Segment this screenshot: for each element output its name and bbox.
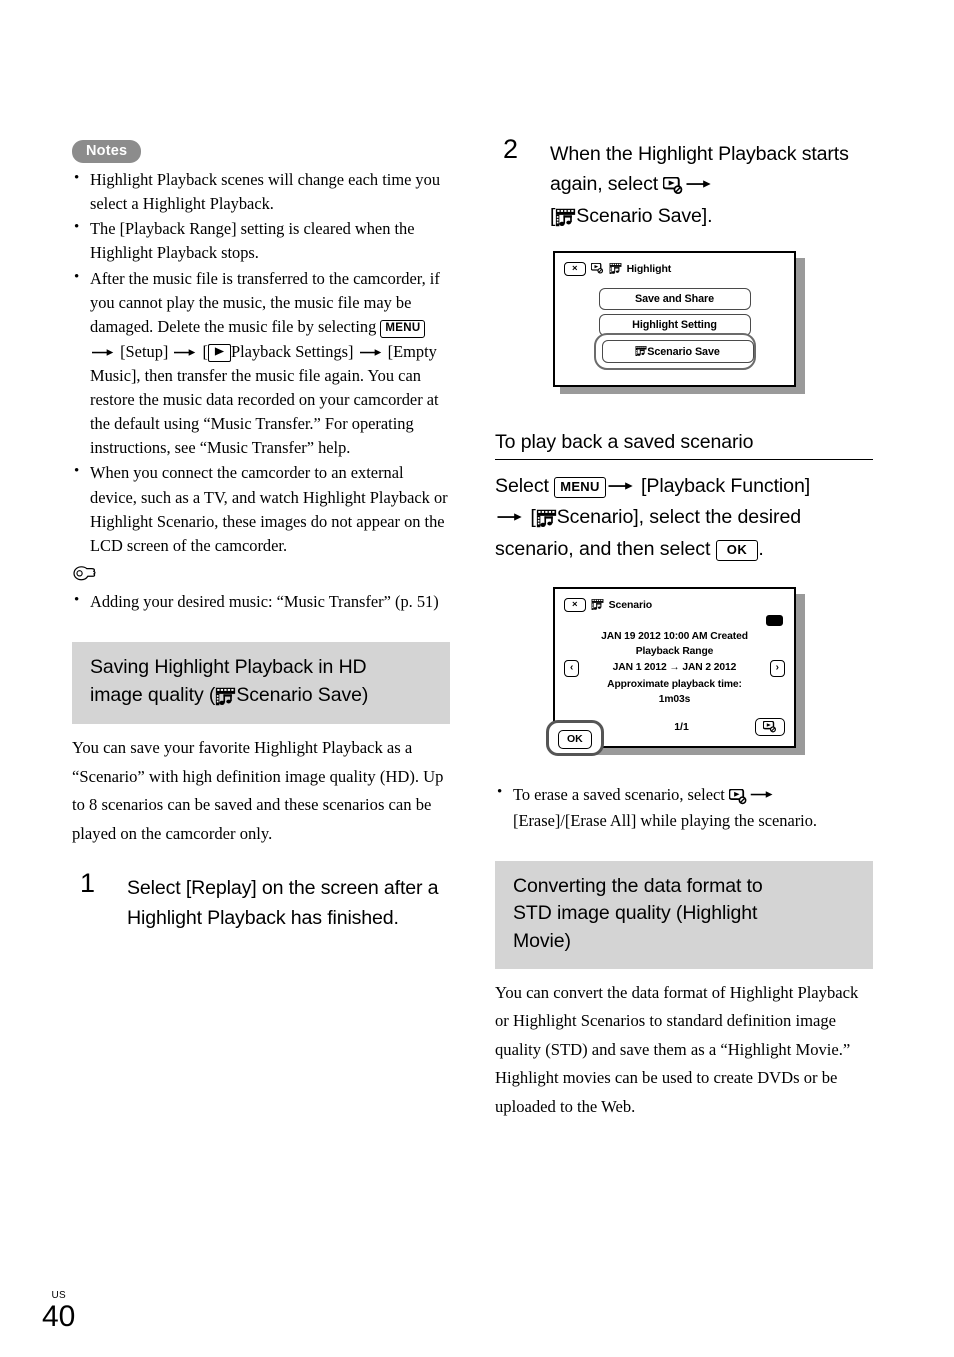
step-1: 1 Select [Replay] on the screen after a … — [72, 870, 450, 933]
scenario-icon — [591, 596, 604, 614]
step-number: 1 — [80, 868, 96, 899]
note-text: The [Playback Range] setting is cleared … — [90, 219, 415, 263]
note-text: [Setup] — [116, 341, 173, 361]
scenario-icon — [555, 204, 576, 233]
approx-time-value: 1m03s — [658, 693, 691, 705]
options-icon — [663, 172, 684, 201]
notes-badge: Notes — [72, 140, 450, 164]
next-scenario-button[interactable]: › — [769, 660, 785, 678]
menu-item-save-and-share[interactable]: Save and Share — [598, 288, 751, 311]
arrow-icon — [358, 339, 384, 363]
lcd-title: Scenario — [608, 599, 653, 612]
scenario-icon — [536, 505, 557, 535]
menu-button-glyph: MENU — [554, 476, 606, 498]
scenario-icon — [635, 346, 647, 358]
playback-instruction: Select MENU [Playback Function] [Scenari… — [495, 471, 873, 565]
heading-line-2-pre: image quality ( — [90, 683, 216, 706]
step-text: When the Highlight Playback starts again… — [550, 143, 849, 227]
selection-ring: OK — [546, 719, 604, 756]
lcd-title: Highlight — [626, 263, 672, 276]
section-body-highlight-movie: You can convert the data format of Highl… — [495, 982, 859, 1116]
ok-button-glyph: OK — [715, 539, 759, 561]
tip-text: Adding your desired music: “Music Transf… — [90, 591, 439, 611]
lcd-titlebar: × Highlight — [564, 261, 785, 277]
close-icon[interactable]: × — [564, 261, 586, 277]
playback-range-row: ‹ JAN 1 2012 → JAN 2 2012 › — [564, 660, 785, 678]
page-footer: US 40 — [42, 1289, 76, 1333]
lcd-titlebar: × Scenario — [564, 597, 785, 613]
section-body-scenario-save: You can save your favorite Highlight Pla… — [72, 738, 444, 843]
options-icon — [591, 260, 604, 278]
note-text: When you connect the camcorder to an ext… — [90, 463, 448, 555]
options-icon — [729, 785, 748, 809]
note-text: Highlight Playback scenes will change ea… — [90, 170, 441, 214]
note-item: After the music file is transferred to t… — [72, 266, 450, 461]
screen-scenario-illustration: × Scenario JAN 19 2012 10:00 AM Created … — [546, 587, 805, 756]
arrow-icon — [90, 339, 116, 363]
note-text: [Erase]/[Erase All] while playing the sc… — [513, 810, 818, 830]
close-icon[interactable]: × — [564, 597, 586, 613]
heading-line-3: Movie) — [513, 930, 571, 953]
options-button[interactable] — [754, 717, 785, 736]
note-text: To erase a saved scenario, select — [513, 784, 729, 804]
step-2: 2 When the Highlight Playback starts aga… — [495, 136, 873, 233]
section-heading-scenario-save: Saving Highlight Playback in HD image qu… — [72, 641, 450, 725]
menu-item-scenario-save[interactable]: Scenario Save — [601, 340, 754, 364]
erase-note-list: To erase a saved scenario, select [Erase… — [495, 781, 873, 833]
arrow-icon — [495, 502, 525, 532]
section-heading-highlight-movie: Converting the data format to STD image … — [495, 860, 873, 969]
pointing-hand-icon — [72, 564, 98, 586]
instruction-text: . — [758, 538, 764, 561]
heading-line-1: Saving Highlight Playback in HD — [90, 655, 367, 678]
arrow-icon — [172, 339, 198, 363]
approx-time-label: Approximate playback time: — [607, 679, 742, 691]
page-count: 1/1 — [674, 720, 689, 733]
note-text: Playback Settings] — [231, 341, 358, 361]
tip-item: Adding your desired music: “Music Transf… — [72, 589, 450, 614]
arrow-icon — [684, 169, 714, 198]
notes-list: Highlight Playback scenes will change ea… — [72, 167, 450, 558]
ok-button[interactable]: OK — [558, 729, 592, 749]
manual-page: Notes Highlight Playback scenes will cha… — [0, 0, 954, 1357]
note-text: [ — [198, 341, 209, 361]
instruction-text: [ — [525, 506, 536, 529]
created-line: JAN 19 2012 10:00 AM Created — [601, 631, 748, 643]
arrow-icon — [748, 782, 776, 806]
locale-code: US — [51, 1289, 66, 1301]
scenario-icon — [609, 260, 622, 278]
battery-icon — [766, 615, 783, 627]
arrow-icon — [606, 471, 636, 501]
lcd-screen: × Highlight Save and Share Highlight Set… — [553, 251, 796, 388]
step-text-part3: Scenario Save]. — [576, 204, 713, 227]
step-number: 2 — [503, 134, 519, 164]
note-item: To erase a saved scenario, select [Erase… — [495, 781, 873, 833]
instruction-text: [Playback Function] — [635, 475, 811, 498]
play-icon — [208, 343, 232, 362]
scenario-icon — [215, 684, 236, 712]
menu-button-glyph: MENU — [380, 319, 426, 339]
right-column: 2 When the Highlight Playback starts aga… — [495, 136, 873, 1121]
selection-ring: Scenario Save — [593, 333, 756, 371]
instruction-text: Select — [495, 475, 555, 498]
lcd-menu-list: Save and Share Highlight Setting Scenari… — [564, 288, 785, 376]
step-text: Select [Replay] on the screen after a Hi… — [127, 877, 439, 929]
note-item: The [Playback Range] setting is cleared … — [72, 216, 450, 265]
heading-line-2: STD image quality (Highlight — [513, 902, 758, 925]
tip-icon-row — [72, 564, 450, 587]
tips-list: Adding your desired music: “Music Transf… — [72, 589, 450, 614]
lcd-screen: × Scenario JAN 19 2012 10:00 AM Created … — [546, 587, 796, 756]
screen-highlight-illustration: × Highlight Save and Share Highlight Set… — [553, 251, 805, 395]
heading-line-2-post: Scenario Save) — [236, 683, 369, 706]
previous-scenario-button[interactable]: ‹ — [564, 660, 580, 678]
playback-range-label: Playback Range — [635, 645, 714, 657]
subheading-play-saved-scenario: To play back a saved scenario — [495, 431, 873, 461]
page-number: 40 — [42, 1299, 76, 1333]
note-item: Highlight Playback scenes will change ea… — [72, 167, 450, 216]
menu-item-label: Scenario Save — [647, 345, 720, 358]
left-column: Notes Highlight Playback scenes will cha… — [72, 140, 450, 933]
heading-line-1: Converting the data format to — [513, 874, 763, 897]
note-item: When you connect the camcorder to an ext… — [72, 460, 450, 557]
scenario-details: JAN 19 2012 10:00 AM Created Playback Ra… — [564, 613, 785, 709]
playback-range-value: JAN 1 2012 → JAN 2 2012 — [612, 662, 737, 674]
